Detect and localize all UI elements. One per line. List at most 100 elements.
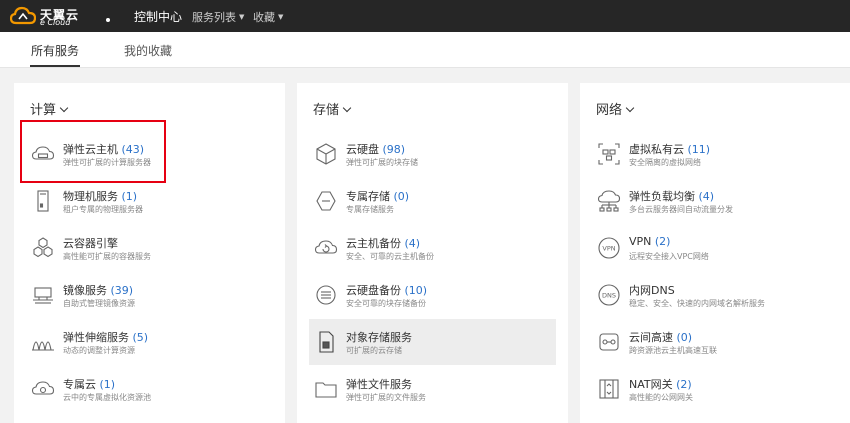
service-name: 云间高速 xyxy=(629,331,673,344)
vpc-icon xyxy=(597,142,621,166)
service-item-vpc[interactable]: 虚拟私有云 (11) 安全隔离的虚拟网络 xyxy=(592,131,839,177)
service-count: (4) xyxy=(404,237,421,250)
service-description: 远程安全接入VPC网络 xyxy=(629,252,709,261)
service-name: 镜像服务 xyxy=(63,284,107,297)
service-count: (0) xyxy=(393,190,410,203)
service-name: 云硬盘 xyxy=(346,143,379,156)
service-description: 安全、可靠的云主机备份 xyxy=(346,252,434,261)
category-title: 计算 xyxy=(30,103,57,118)
service-name: 云主机备份 xyxy=(346,237,401,250)
service-item-physical-server[interactable]: 物理机服务 (1) 租户专属的物理服务器 xyxy=(26,178,273,224)
category-header-storage[interactable]: 存储 xyxy=(313,99,352,118)
nat-gateway-icon xyxy=(597,377,621,401)
service-description: 多台云服务器间自动流量分发 xyxy=(629,205,733,214)
active-tab-indicator xyxy=(30,65,80,67)
service-description: 可扩展的云存储 xyxy=(346,346,402,355)
container-engine-icon xyxy=(31,236,55,260)
service-count: (39) xyxy=(110,284,134,297)
service-description: 专属存储服务 xyxy=(346,205,394,214)
service-title: 镜像服务 (39) xyxy=(63,282,133,298)
chevron-down-icon xyxy=(59,103,69,113)
service-name: 虚拟私有云 xyxy=(629,143,684,156)
service-count: (4) xyxy=(698,190,715,203)
service-description: 安全隔离的虚拟网络 xyxy=(629,158,701,167)
service-item-load-balancer[interactable]: 弹性负载均衡 (4) 多台云服务器间自动流量分发 xyxy=(592,178,839,224)
service-name: 专属存储 xyxy=(346,190,390,203)
service-count: (98) xyxy=(382,143,406,156)
load-balancer-icon xyxy=(597,189,621,213)
brand-dot xyxy=(106,18,110,22)
service-name: 弹性云主机 xyxy=(63,143,118,156)
service-item-nat-gateway[interactable]: NAT网关 (2) 高性能的公网网关 xyxy=(592,366,839,412)
service-item-file-service[interactable]: 弹性文件服务 弹性可扩展的文件服务 xyxy=(309,366,556,412)
cloud-server-icon xyxy=(31,142,55,166)
service-item-dedicated-storage[interactable]: 专属存储 (0) 专属存储服务 xyxy=(309,178,556,224)
cloud-disk-icon xyxy=(314,142,338,166)
service-description: 高性能可扩展的容器服务 xyxy=(63,252,151,261)
category-title: 网络 xyxy=(596,103,623,118)
service-item-object-storage[interactable]: 对象存储服务 可扩展的云存储 xyxy=(309,319,556,365)
service-description: 弹性可扩展的块存储 xyxy=(346,158,418,167)
service-title: 虚拟私有云 (11) xyxy=(629,141,710,157)
service-count: (5) xyxy=(132,331,149,344)
service-count: (0) xyxy=(676,331,693,344)
vpn-icon: VPN xyxy=(597,236,621,260)
service-name: 内网DNS xyxy=(629,284,675,297)
service-description: 安全可靠的块存储备份 xyxy=(346,299,426,308)
service-item-image-service[interactable]: 镜像服务 (39) 自助式管理镜像资源 xyxy=(26,272,273,318)
service-item-dns[interactable]: DNS 内网DNS 稳定、安全、快速的内网域名解析服务 xyxy=(592,272,839,318)
service-item-auto-scaling[interactable]: 弹性伸缩服务 (5) 动态的调整计算资源 xyxy=(26,319,273,365)
service-description: 弹性可扩展的文件服务 xyxy=(346,393,426,402)
service-item-cloud-server[interactable]: 弹性云主机 (43) 弹性可扩展的计算服务器 xyxy=(26,131,273,177)
service-name: VPN xyxy=(629,235,652,248)
service-name: 云容器引擎 xyxy=(63,237,118,250)
nav-console-label: 控制中心 xyxy=(134,10,183,24)
service-description: 稳定、安全、快速的内网域名解析服务 xyxy=(629,299,765,308)
server-backup-icon xyxy=(314,236,338,260)
tab-bar: 所有服务 我的收藏 xyxy=(0,32,850,68)
physical-server-icon xyxy=(31,189,55,213)
service-title: VPN (2) xyxy=(629,235,670,248)
service-item-cloud-connect[interactable]: 云间高速 (0) 跨资源池云主机高速互联 xyxy=(592,319,839,365)
brand-logo[interactable]: 天翼云 e Cloud xyxy=(10,4,110,28)
service-description: 弹性可扩展的计算服务器 xyxy=(63,158,151,167)
service-count: (11) xyxy=(687,143,711,156)
cloud-connect-icon xyxy=(597,330,621,354)
category-network: 网络 虚拟私有云 (11) 安全隔离的虚拟网络 弹性负载均衡 (4) 多台云服务… xyxy=(580,83,850,423)
service-title: 内网DNS xyxy=(629,282,675,298)
service-title: 弹性云主机 (43) xyxy=(63,141,144,157)
service-description: 跨资源池云主机高速互联 xyxy=(629,346,717,355)
service-item-vpn[interactable]: VPN VPN (2) 远程安全接入VPC网络 xyxy=(592,225,839,271)
service-name: 弹性负载均衡 xyxy=(629,190,695,203)
dns-icon: DNS xyxy=(597,283,621,307)
service-item-cloud-disk[interactable]: 云硬盘 (98) 弹性可扩展的块存储 xyxy=(309,131,556,177)
service-name: 云硬盘备份 xyxy=(346,284,401,297)
service-item-container-engine[interactable]: 云容器引擎 高性能可扩展的容器服务 xyxy=(26,225,273,271)
nav-favorites-dropdown[interactable]: 收藏 ▼ xyxy=(253,9,283,25)
category-storage: 存储 云硬盘 (98) 弹性可扩展的块存储 专属存储 (0) 专属存储服务 云主… xyxy=(297,83,568,423)
service-name: NAT网关 xyxy=(629,378,673,391)
disk-backup-icon xyxy=(314,283,338,307)
service-name: 弹性文件服务 xyxy=(346,378,412,391)
nav-services-dropdown[interactable]: 服务列表 ▼ xyxy=(192,9,244,25)
chevron-down-icon xyxy=(342,103,352,113)
service-item-server-backup[interactable]: 云主机备份 (4) 安全、可靠的云主机备份 xyxy=(309,225,556,271)
svg-text:DNS: DNS xyxy=(602,292,616,300)
category-header-network[interactable]: 网络 xyxy=(596,99,635,118)
service-item-disk-backup[interactable]: 云硬盘备份 (10) 安全可靠的块存储备份 xyxy=(309,272,556,318)
caret-down-icon: ▼ xyxy=(239,13,245,21)
nav-console[interactable]: 控制中心 xyxy=(134,8,182,25)
service-title: 弹性伸缩服务 (5) xyxy=(63,329,148,345)
service-description: 租户专属的物理服务器 xyxy=(63,205,143,214)
brand-name-en: e Cloud xyxy=(40,18,71,27)
nav-services-label: 服务列表 xyxy=(192,11,236,24)
service-title: 对象存储服务 xyxy=(346,329,412,345)
auto-scaling-icon xyxy=(31,330,55,354)
category-title: 存储 xyxy=(313,103,340,118)
svg-text:VPN: VPN xyxy=(602,245,615,253)
tab-my-favorites[interactable]: 我的收藏 xyxy=(124,42,172,59)
tab-all-services[interactable]: 所有服务 xyxy=(31,42,79,59)
service-count: (1) xyxy=(99,378,116,391)
category-header-compute[interactable]: 计算 xyxy=(30,99,69,118)
service-item-dedicated-cloud[interactable]: 专属云 (1) 云中的专属虚拟化资源池 xyxy=(26,366,273,412)
